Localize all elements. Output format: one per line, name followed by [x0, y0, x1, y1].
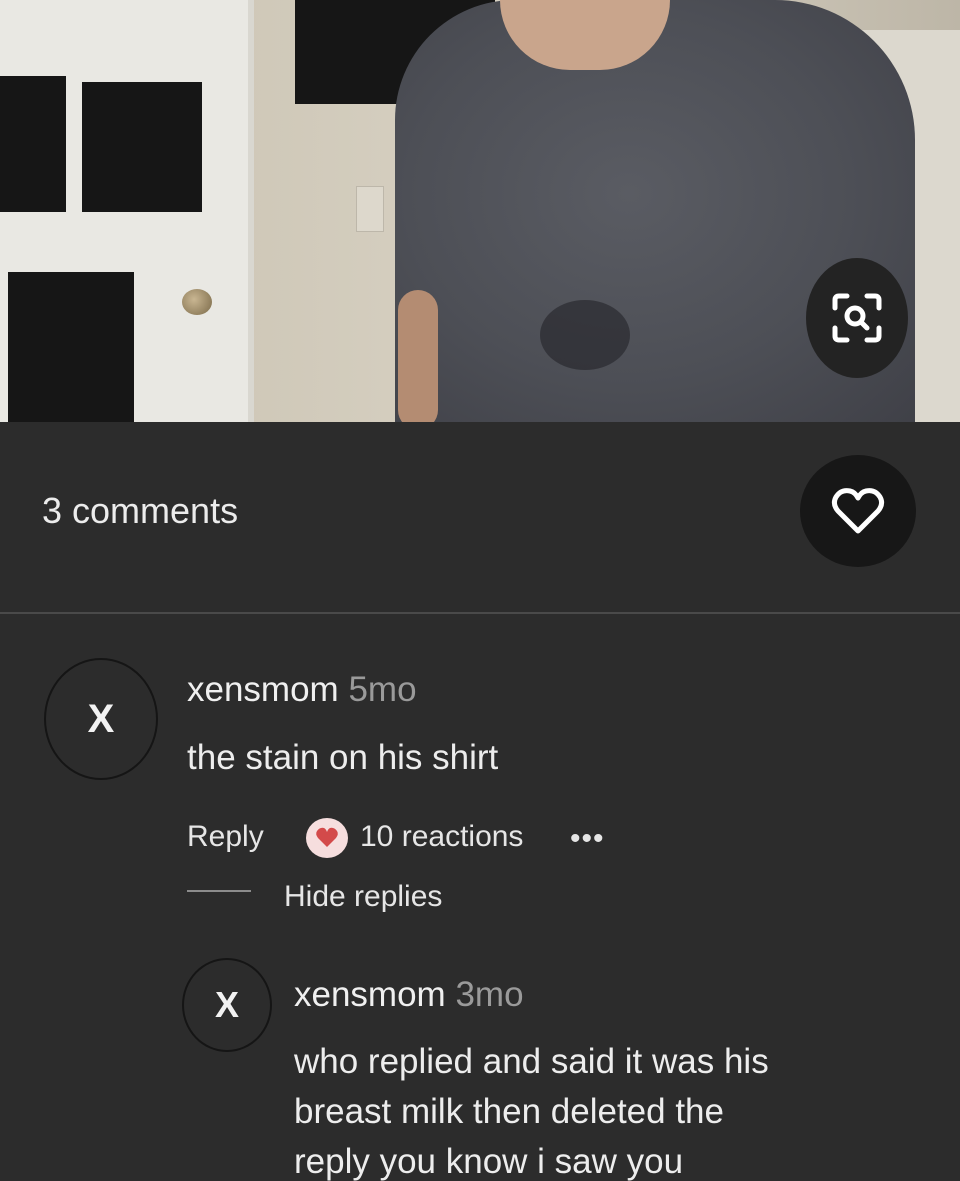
reply-button[interactable]: Reply: [187, 820, 264, 854]
reply-text-line-3: reply you know i saw you: [294, 1142, 684, 1181]
avatar[interactable]: X: [44, 658, 158, 780]
photo-door-knob: [182, 289, 212, 315]
photo-stain: [540, 300, 630, 370]
reply-time: 3mo: [455, 975, 524, 1014]
post-photo[interactable]: [0, 0, 960, 425]
username[interactable]: xensmom: [187, 670, 339, 709]
heart-icon: [831, 488, 885, 534]
reply-avatar[interactable]: X: [182, 958, 272, 1052]
like-button[interactable]: [800, 455, 916, 567]
visual-search-icon: [832, 293, 882, 343]
heart-reaction-icon[interactable]: [306, 818, 348, 858]
photo-panel: [0, 76, 66, 212]
comment-author[interactable]: xensmom 5mo: [187, 670, 417, 710]
reply-text-line-1: who replied and said it was his: [294, 1042, 769, 1081]
photo-panel: [82, 82, 202, 212]
reactions-count[interactable]: 10 reactions: [360, 820, 523, 854]
reply-text-line-2: breast milk then deleted the: [294, 1092, 724, 1131]
comment-time: 5mo: [348, 670, 417, 709]
more-options-icon[interactable]: •••: [570, 822, 605, 856]
comment-text: the stain on his shirt: [187, 738, 499, 777]
visual-search-button[interactable]: [806, 258, 908, 378]
sheet-divider: [0, 612, 960, 614]
reply-username[interactable]: xensmom: [294, 975, 446, 1014]
photo-light-switch: [356, 186, 384, 232]
app-frame: 3 comments X xensmom 5mo the stain on hi…: [0, 0, 960, 1181]
photo-panel: [8, 272, 134, 425]
reply-author[interactable]: xensmom 3mo: [294, 975, 524, 1015]
hide-replies-button[interactable]: Hide replies: [284, 880, 442, 914]
photo-arm: [398, 290, 438, 425]
comments-count: 3 comments: [42, 490, 239, 531]
hide-replies-line: [187, 890, 251, 892]
